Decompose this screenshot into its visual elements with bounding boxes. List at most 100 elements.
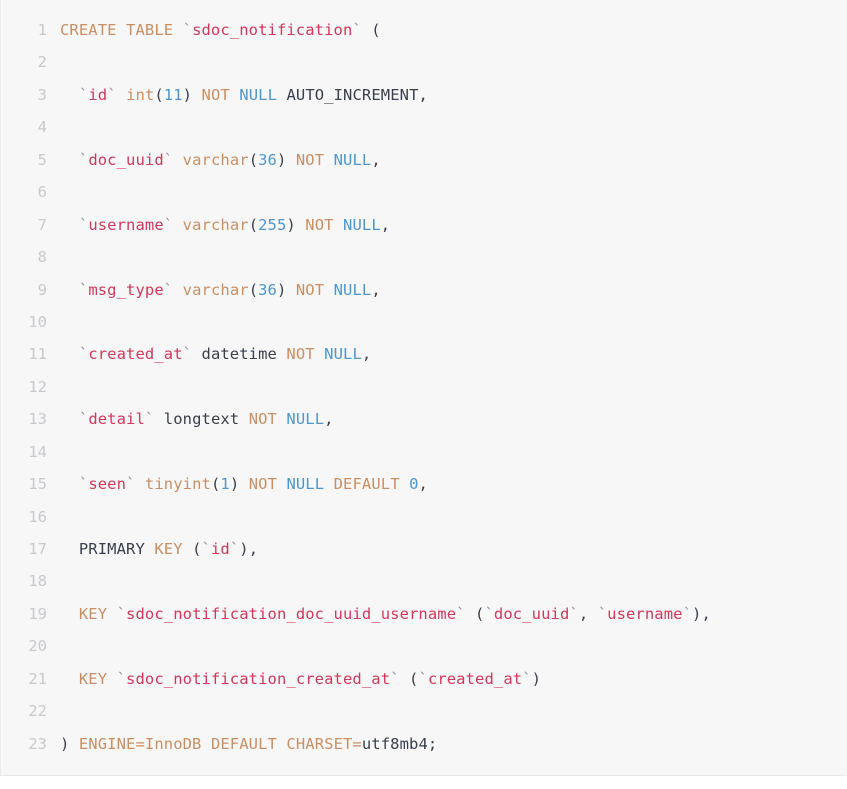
code-token: ,	[418, 85, 428, 104]
code-token: `	[163, 150, 174, 169]
line-content[interactable]: CREATE TABLE `sdoc_notification` (	[47, 14, 846, 46]
code-token: NOT	[305, 215, 334, 234]
line-number: 19	[28, 604, 47, 623]
line-content[interactable]: ) ENGINE=InnoDB DEFAULT CHARSET=utf8mb4;	[47, 728, 846, 760]
code-token: (	[248, 150, 259, 169]
code-line: 18	[1, 565, 846, 597]
line-content[interactable]: KEY `sdoc_notification_created_at` (`cre…	[47, 663, 846, 695]
code-token: doc_uuid	[493, 604, 570, 623]
code-token: `	[201, 540, 211, 558]
code-token: (	[248, 280, 259, 299]
code-token: CREATE TABLE	[60, 21, 183, 39]
code-token: DEFAULT	[210, 734, 277, 753]
code-token: `	[390, 669, 400, 688]
code-token: NULL	[239, 85, 278, 104]
line-content[interactable]: KEY `sdoc_notification_doc_uuid_username…	[47, 598, 846, 630]
code-token: (	[248, 215, 259, 234]
code-token: NOT	[248, 410, 277, 429]
code-token: `	[418, 669, 428, 688]
code-token: NOT	[201, 85, 230, 104]
line-content[interactable]: `id` int(11) NOT NULL AUTO_INCREMENT,	[47, 79, 846, 111]
code-token: NULL	[286, 475, 325, 494]
code-token: ;	[427, 734, 438, 753]
line-number: 13	[28, 410, 47, 429]
code-token: KEY	[154, 540, 183, 558]
line-number: 12	[28, 377, 47, 396]
code-line: 2	[1, 46, 846, 78]
line-number: 22	[28, 702, 47, 721]
code-token: `	[144, 410, 155, 429]
line-content[interactable]: `doc_uuid` varchar(36) NOT NULL,	[47, 144, 846, 176]
line-number: 16	[28, 507, 47, 526]
code-scroll-area[interactable]: 1 CREATE TABLE `sdoc_notification` (2 3 `i…	[1, 14, 846, 765]
code-token: `	[484, 604, 494, 623]
code-token: longtext	[163, 410, 240, 429]
code-line: 8	[1, 241, 846, 273]
code-token: 255	[258, 215, 287, 234]
line-content[interactable]: `detail` longtext NOT NULL,	[47, 403, 846, 435]
code-token: NULL	[333, 150, 372, 169]
line-number: 1	[37, 21, 47, 39]
code-token: ,	[248, 540, 259, 558]
sql-code-block: 1 CREATE TABLE `sdoc_notification` (2 3 `i…	[0, 0, 847, 776]
code-token: NOT	[286, 345, 315, 364]
code-line: 19 KEY `sdoc_notification_doc_uuid_usern…	[1, 598, 846, 630]
line-content[interactable]: `seen` tinyint(1) NOT NULL DEFAULT 0,	[47, 468, 846, 500]
code-line: 11 `created_at` datetime NOT NULL,	[1, 338, 846, 370]
code-line: 3 `id` int(11) NOT NULL AUTO_INCREMENT,	[1, 79, 846, 111]
code-token: NOT	[295, 280, 325, 299]
code-token: msg_type	[88, 280, 164, 299]
code-token: (	[210, 475, 221, 494]
line-content[interactable]: `created_at` datetime NOT NULL,	[47, 338, 846, 370]
code-token: int	[126, 85, 155, 104]
code-lines-container: 1 CREATE TABLE `sdoc_notification` (2 3 `i…	[1, 14, 846, 760]
code-line: 22	[1, 695, 846, 727]
code-line: 12	[1, 371, 846, 403]
line-content[interactable]: PRIMARY KEY (`id`),	[47, 533, 846, 565]
code-token: (	[192, 540, 202, 558]
line-number: 8	[37, 248, 47, 267]
code-token: `	[597, 604, 608, 623]
code-token: `	[78, 85, 89, 104]
code-token: `	[107, 85, 117, 104]
code-token: )	[229, 475, 240, 494]
code-token: ENGINE=InnoDB	[78, 734, 202, 753]
code-token: ,	[578, 604, 598, 623]
code-token: detail	[88, 410, 145, 429]
code-token: doc_uuid	[88, 150, 164, 169]
line-number: 2	[37, 53, 47, 72]
line-number: 6	[37, 183, 47, 202]
code-line: 10	[1, 306, 846, 338]
line-number: 18	[28, 572, 47, 591]
code-token: `	[78, 410, 89, 429]
code-token: NULL	[343, 215, 381, 234]
line-number: 23	[28, 734, 47, 753]
line-number: 21	[28, 669, 47, 688]
code-token: )	[239, 540, 249, 558]
code-token: `	[682, 604, 693, 623]
code-token: 1	[220, 475, 230, 494]
code-token: ,	[371, 280, 381, 299]
line-content[interactable]: `username` varchar(255) NOT NULL,	[47, 209, 846, 241]
code-line: 21 KEY `sdoc_notification_created_at` (`…	[1, 663, 846, 695]
line-number: 4	[37, 118, 47, 137]
code-line: 1 CREATE TABLE `sdoc_notification` (	[1, 14, 846, 46]
line-content[interactable]: `msg_type` varchar(36) NOT NULL,	[47, 274, 846, 306]
code-token: CHARSET=	[286, 734, 362, 753]
code-line: 4	[1, 111, 846, 143]
